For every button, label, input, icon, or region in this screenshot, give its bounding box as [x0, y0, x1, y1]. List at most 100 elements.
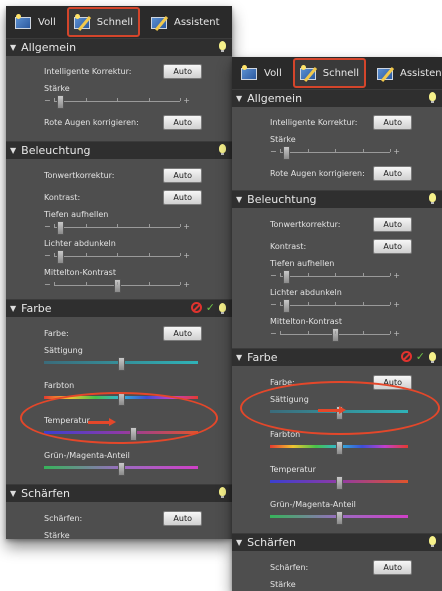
section-header-beleuchtung[interactable]: ▼ Beleuchtung: [232, 190, 442, 208]
section-title: Allgemein: [21, 41, 77, 54]
row-rote-augen: Rote Augen korrigieren: Auto: [6, 111, 232, 133]
slider-minus: −: [270, 329, 277, 338]
auto-button[interactable]: Auto: [373, 165, 412, 181]
row-intelligente-korrektur: Intelligente Korrektur: Auto: [6, 60, 232, 82]
slider-thumb[interactable]: [57, 95, 64, 109]
slider-gruen-magenta[interactable]: [44, 462, 198, 476]
auto-button[interactable]: Auto: [373, 216, 412, 232]
check-icon[interactable]: ✓: [206, 302, 215, 313]
cancel-icon[interactable]: [400, 351, 412, 362]
chevron-down-icon: ▼: [10, 146, 17, 155]
section-header-schaerfen[interactable]: ▼ Schärfen: [6, 484, 232, 502]
slider-thumb[interactable]: [336, 441, 343, 455]
cancel-icon[interactable]: [190, 302, 202, 313]
chevron-down-icon: ▼: [10, 489, 17, 498]
slider-thumb[interactable]: [283, 146, 290, 160]
slider-thumb[interactable]: [336, 476, 343, 490]
slider-thumb[interactable]: [57, 221, 64, 235]
auto-button[interactable]: Auto: [373, 238, 412, 254]
slider-mittelton[interactable]: − +: [44, 279, 190, 293]
label-lichter: Lichter abdunkeln: [44, 239, 116, 248]
slider-plus: +: [393, 271, 400, 280]
label-mittelton: Mittelton-Kontrast: [270, 317, 342, 326]
slider-gruen-magenta[interactable]: [270, 511, 408, 525]
slider-mittelton[interactable]: − +: [270, 328, 400, 342]
slider-thumb[interactable]: [283, 299, 290, 313]
lightbulb-icon[interactable]: [219, 144, 226, 155]
label-kontrast: Kontrast:: [270, 241, 307, 251]
section-header-allgemein[interactable]: ▼ Allgemein: [6, 38, 232, 56]
arrow-saettigung: [318, 406, 346, 414]
section-header-schaerfen[interactable]: ▼ Schärfen: [232, 533, 442, 551]
tab-assistent[interactable]: Assistent: [146, 9, 225, 35]
section-title: Beleuchtung: [247, 193, 317, 206]
auto-button[interactable]: Auto: [163, 189, 202, 205]
slider-tick: [149, 98, 150, 101]
lightbulb-icon[interactable]: [219, 487, 226, 498]
auto-button[interactable]: Auto: [163, 510, 202, 526]
section-header-farbe[interactable]: ▼ Farbe ✓: [6, 299, 232, 317]
lightbulb-icon[interactable]: [219, 41, 226, 52]
lightbulb-icon[interactable]: [429, 352, 436, 363]
slider-tick: [363, 149, 364, 152]
check-icon[interactable]: ✓: [416, 351, 425, 362]
slider-tick: [86, 224, 87, 227]
slider-saettigung[interactable]: [44, 357, 198, 371]
section-header-allgemein[interactable]: ▼ Allgemein: [232, 89, 442, 107]
slider-tick: [180, 253, 181, 256]
assistant-wand-icon: [150, 15, 169, 31]
section-title: Beleuchtung: [21, 144, 91, 157]
slider-staerke[interactable]: − +: [44, 95, 190, 109]
tab-schnell-label: Schnell: [96, 16, 133, 28]
tab-schnell[interactable]: Schnell: [66, 7, 140, 37]
slider-farbton[interactable]: [270, 441, 408, 455]
slider-tick: [335, 302, 336, 305]
slider-tick: [180, 98, 181, 101]
lightbulb-icon[interactable]: [429, 193, 436, 204]
slider-tick: [54, 98, 55, 101]
slider-lichter[interactable]: − +: [44, 250, 190, 264]
quick-panel-front: Voll Schnell Assistent ▼ Allgemein Intel…: [232, 57, 442, 591]
section-header-beleuchtung[interactable]: ▼ Beleuchtung: [6, 141, 232, 159]
slider-thumb[interactable]: [118, 462, 125, 476]
slider-thumb[interactable]: [57, 250, 64, 264]
label-kontrast: Kontrast:: [44, 192, 81, 202]
label-tiefen: Tiefen aufhellen: [270, 259, 335, 268]
slider-tick: [308, 273, 309, 276]
slider-tick: [54, 253, 55, 256]
section-header-farbe[interactable]: ▼ Farbe ✓: [232, 348, 442, 366]
slider-plus: +: [183, 222, 190, 231]
tab-assistent[interactable]: Assistent: [372, 60, 442, 86]
lightbulb-icon[interactable]: [429, 92, 436, 103]
auto-button[interactable]: Auto: [373, 559, 412, 575]
lightbulb-icon[interactable]: [429, 536, 436, 547]
slider-tick: [86, 253, 87, 256]
quick-panel-back: Voll Schnell Assistent ▼ Allgemein Intel…: [6, 6, 232, 539]
photo-frame-icon: [241, 64, 259, 81]
lightbulb-icon[interactable]: [219, 303, 226, 314]
slider-plus: +: [393, 329, 400, 338]
tab-voll[interactable]: Voll: [10, 9, 61, 35]
slider-thumb[interactable]: [118, 357, 125, 371]
label-staerke: Stärke: [270, 135, 296, 144]
slider-staerke[interactable]: − +: [270, 146, 400, 160]
auto-button[interactable]: Auto: [163, 167, 202, 183]
tab-schnell[interactable]: Schnell: [292, 58, 366, 88]
slider-tiefen[interactable]: − +: [44, 221, 190, 235]
auto-button[interactable]: Auto: [163, 63, 202, 79]
mode-tabbar: Voll Schnell Assistent: [232, 57, 442, 89]
row-intelligente-korrektur: Intelligente Korrektur: Auto: [232, 111, 442, 133]
tab-voll[interactable]: Voll: [236, 60, 287, 86]
auto-button[interactable]: Auto: [163, 114, 202, 130]
label-gruen-magenta: Grün-/Magenta-Anteil: [44, 451, 130, 460]
label-temperatur: Temperatur: [270, 465, 316, 474]
chevron-down-icon: ▼: [236, 353, 243, 362]
slider-thumb[interactable]: [336, 511, 343, 525]
auto-button[interactable]: Auto: [373, 114, 412, 130]
slider-temperatur[interactable]: [270, 476, 408, 490]
slider-lichter[interactable]: − +: [270, 299, 400, 313]
slider-tick: [335, 149, 336, 152]
slider-tiefen[interactable]: − +: [270, 270, 400, 284]
slider-thumb[interactable]: [283, 270, 290, 284]
auto-button[interactable]: Auto: [163, 325, 202, 341]
